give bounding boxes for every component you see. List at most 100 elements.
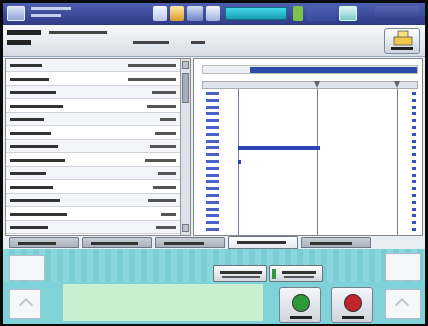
- distribution-row-label: [206, 139, 219, 143]
- stop-button-label: [342, 316, 364, 319]
- scroll-up-icon[interactable]: [182, 61, 189, 69]
- data-row: [6, 181, 182, 194]
- mode-button[interactable]: [213, 265, 267, 282]
- data-row: [6, 100, 182, 113]
- distribution-row-count: [412, 166, 416, 170]
- tab-1[interactable]: [9, 237, 79, 248]
- distribution-axis: [202, 81, 418, 89]
- distribution-row: [202, 118, 418, 124]
- scroll-thumb[interactable]: [182, 73, 189, 103]
- device-frame: [0, 0, 428, 326]
- app-logo-icon: [7, 6, 25, 21]
- distribution-row-count: [412, 180, 416, 184]
- data-row-label: [10, 172, 46, 175]
- data-row-label: [10, 64, 42, 67]
- top-bar: [3, 3, 425, 25]
- header-column-label: [133, 41, 169, 44]
- user-icon[interactable]: [187, 6, 203, 21]
- screen-icon[interactable]: [339, 6, 357, 21]
- print-icon: [391, 30, 413, 50]
- distribution-row-count: [412, 153, 416, 157]
- data-row-label: [10, 77, 49, 81]
- distribution-row-count: [412, 214, 416, 218]
- data-row-label: [10, 104, 63, 108]
- control-button[interactable]: [269, 265, 323, 282]
- distribution-row-count: [412, 139, 416, 143]
- distribution-row-count: [412, 132, 416, 136]
- distribution-bar: [238, 146, 320, 151]
- run-button-label: [290, 316, 312, 319]
- message-area: [63, 284, 263, 321]
- distribution-row-count: [412, 146, 416, 150]
- back-button[interactable]: [9, 289, 41, 319]
- data-row-value: [128, 77, 176, 81]
- data-row: [6, 127, 182, 140]
- target-marker-icon: [314, 81, 320, 88]
- run-button[interactable]: [279, 287, 321, 323]
- tab-label: [237, 241, 286, 244]
- distribution-row: [202, 132, 418, 138]
- stop-button[interactable]: [331, 287, 373, 323]
- distribution-row-label: [206, 173, 219, 177]
- distribution-panel: [193, 58, 423, 236]
- warning-icon[interactable]: [170, 6, 184, 21]
- tab-4[interactable]: [228, 236, 298, 249]
- distribution-row-label: [206, 200, 219, 204]
- distribution-bar: [238, 160, 242, 164]
- distribution-row-label: [206, 214, 219, 218]
- data-row: [6, 140, 182, 153]
- tab-3[interactable]: [155, 237, 225, 248]
- distribution-row-label: [206, 132, 219, 136]
- data-row-label: [10, 199, 60, 202]
- tab-5[interactable]: [301, 237, 371, 248]
- distribution-row-count: [412, 187, 416, 191]
- signal-icon: [293, 6, 303, 21]
- distribution-row-count: [412, 126, 416, 129]
- distribution-row-label: [206, 187, 219, 191]
- limit-marker-icon: [394, 81, 400, 88]
- distribution-row: [202, 111, 418, 117]
- print-button[interactable]: [384, 28, 420, 54]
- data-row-value: [148, 199, 176, 202]
- forward-button[interactable]: [385, 289, 421, 319]
- network-icon[interactable]: [206, 6, 220, 21]
- status-icon[interactable]: [153, 6, 167, 21]
- distribution-row-count: [412, 200, 416, 204]
- distribution-row-label: [206, 92, 219, 95]
- data-row: [6, 86, 182, 99]
- distribution-row: [202, 98, 418, 104]
- status-led: [272, 269, 276, 279]
- arrow-up-icon: [18, 297, 34, 313]
- data-row-value: [158, 172, 176, 175]
- top-right-button[interactable]: [385, 253, 421, 281]
- data-row-label: [10, 91, 56, 94]
- distribution-row-label: [206, 166, 219, 170]
- scroll-down-icon[interactable]: [182, 224, 189, 232]
- data-row: [6, 194, 182, 207]
- language-button[interactable]: [225, 7, 287, 20]
- data-row-label: [10, 185, 53, 189]
- distribution-row: [202, 139, 418, 145]
- tab-2[interactable]: [82, 237, 152, 248]
- data-row-value: [147, 104, 176, 108]
- page-header: [3, 25, 425, 57]
- distribution-row: [202, 200, 418, 206]
- data-row: [6, 73, 182, 86]
- distribution-row-count: [412, 194, 416, 197]
- distribution-row-label: [206, 98, 219, 102]
- data-row: [6, 221, 182, 234]
- clock-display: [375, 6, 419, 21]
- data-row: [6, 208, 182, 221]
- data-row-value: [152, 91, 176, 94]
- data-row-value: [156, 226, 176, 229]
- app-subtitle: [31, 14, 61, 17]
- distribution-row-count: [412, 207, 416, 211]
- top-left-button[interactable]: [9, 255, 45, 281]
- list-scrollbar[interactable]: [180, 59, 190, 235]
- data-row-label: [10, 118, 44, 121]
- distribution-row-label: [206, 221, 219, 225]
- data-row-value: [145, 158, 176, 162]
- distribution-row-count: [412, 228, 416, 231]
- distribution-row-label: [206, 194, 219, 197]
- tab-label: [91, 242, 138, 245]
